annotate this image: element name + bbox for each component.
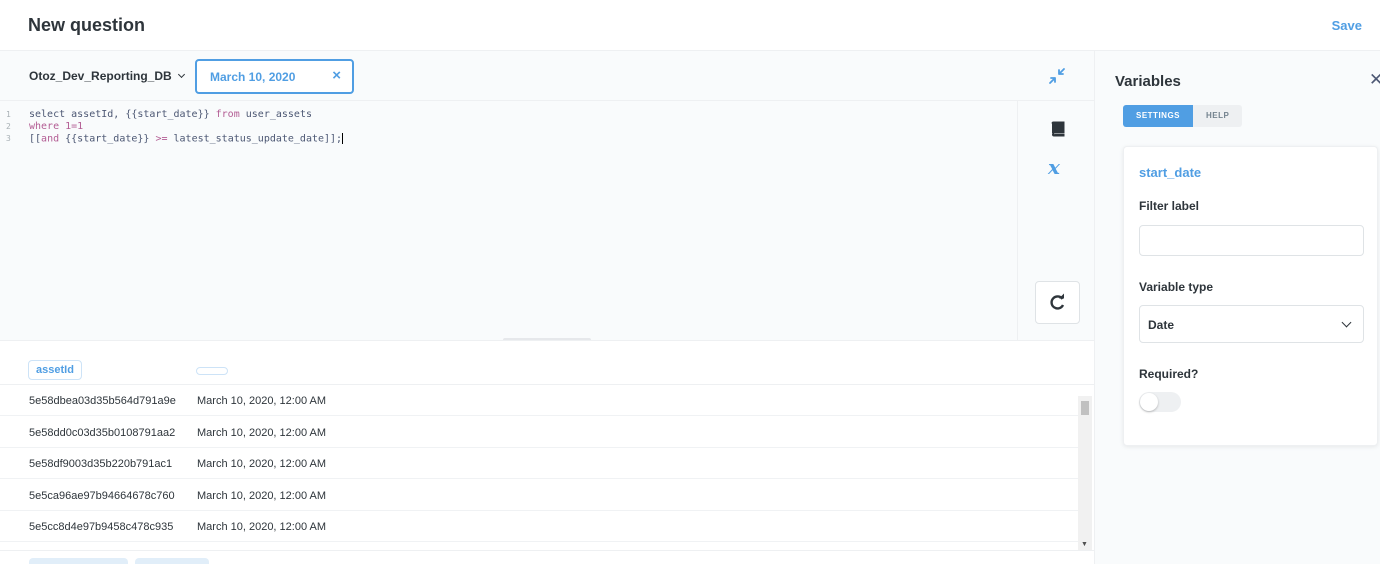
table-scrollbar[interactable]: ▼ [1078,396,1092,550]
table-row: 5e58dbea03d35b564d791a9e March 10, 2020,… [0,385,1078,416]
tab-settings[interactable]: SETTINGS [1123,105,1194,127]
filter-label-heading: Filter label [1139,199,1200,213]
page-title: New question [28,15,146,35]
table-row: 5e58df9003d35b220b791ac1 March 10, 2020,… [0,448,1078,479]
close-icon[interactable]: ✕ [1369,70,1380,90]
query-editor-page: New question Save Otoz_Dev_Reporting_DB … [0,0,1380,564]
database-picker[interactable]: Otoz_Dev_Reporting_DB [29,69,185,83]
table-row: 5e5cc8d4e97b9458c478c935 March 10, 2020,… [0,511,1078,542]
variable-settings-card: start_date Filter label Variable type Da… [1123,146,1378,446]
sql-token: {{start_date}} [59,133,156,145]
table-cell: 5e58dbea03d35b564d791a9e [29,395,176,407]
variable-type-select[interactable]: Date [1139,305,1364,343]
table-cell: 5e58dd0c03d35b0108791aa2 [29,427,176,439]
sql-token: select assetId, {{start_date}} [29,109,216,120]
refresh-icon [1050,293,1065,310]
variable-name: start_date [1139,165,1202,180]
results-footer [0,550,1094,564]
table-cell: March 10, 2020, 12:00 AM [197,521,327,533]
required-heading: Required? [1139,367,1199,381]
sql-keyword: where 1=1 [29,121,84,132]
clear-filter-icon[interactable]: × [332,67,341,84]
page-header: New question Save [0,0,1380,51]
variable-type-value: Date [1148,318,1175,332]
results-table: assetId 5e58dbea03d35b564d791a9e March 1… [0,340,1094,564]
table-cell: 5e5ca96ae97b94664678c760 [29,490,175,502]
variables-sidebar: Variables ✕ SETTINGS HELP start_date Fil… [1094,51,1380,564]
date-filter-value: March 10, 2020 [210,70,296,84]
table-cell: March 10, 2020, 12:00 AM [197,395,327,407]
code-text: select assetId, {{start_date}} from user… [29,109,312,121]
footer-button[interactable] [29,558,128,564]
chevron-down-icon [177,70,185,79]
data-reference-icon[interactable] [1050,121,1066,137]
chevron-down-icon [1341,317,1352,328]
sidebar-tabs: SETTINGS HELP [1123,105,1243,127]
variables-icon[interactable]: 𝒙 [1048,155,1060,179]
line-number: 3 [6,134,11,143]
database-name: Otoz_Dev_Reporting_DB [29,69,172,83]
sql-keyword: from [215,109,240,120]
scroll-down-arrow-icon[interactable]: ▼ [1081,541,1088,548]
filter-label-input[interactable] [1139,225,1364,256]
sql-token: [[ [29,133,42,145]
footer-button[interactable] [135,558,209,564]
column-header-start-date[interactable] [196,367,228,375]
table-cell: March 10, 2020, 12:00 AM [197,458,327,470]
editor-toolbar: Otoz_Dev_Reporting_DB March 10, 2020 × [0,51,1094,101]
sql-code-editor[interactable]: 1 select assetId, {{start_date}} from use… [0,101,1017,340]
native-query-editor: Otoz_Dev_Reporting_DB March 10, 2020 × 1… [0,51,1094,342]
toggle-knob [1140,393,1158,411]
column-header-row: assetId [0,341,1094,385]
table-cell: 5e58df9003d35b220b791ac1 [29,458,173,470]
table-row: 5e58dd0c03d35b0108791aa2 March 10, 2020,… [0,417,1078,448]
start-date-filter-widget[interactable]: March 10, 2020 × [195,59,354,94]
text-cursor [342,133,344,144]
required-toggle[interactable] [1139,392,1181,412]
table-cell: March 10, 2020, 12:00 AM [197,427,327,439]
sql-keyword: and [41,133,60,145]
code-text: [[and {{start_date}} >= latest_status_up… [29,133,344,146]
sql-token: latest_status_update_date]]; [167,133,343,145]
column-header-assetid[interactable]: assetId [28,360,82,380]
line-number: 1 [6,110,11,119]
sql-keyword: >= [155,133,168,145]
collapse-editor-icon[interactable] [1047,66,1067,86]
table-cell: 5e5cc8d4e97b9458c478c935 [29,521,174,533]
sidebar-title: Variables [1115,73,1181,90]
run-query-button[interactable] [1035,281,1080,324]
variable-type-heading: Variable type [1139,280,1214,294]
save-button[interactable]: Save [1332,18,1362,33]
editor-side-tools: 𝒙 [1017,101,1094,340]
table-cell: March 10, 2020, 12:00 AM [197,490,327,502]
code-text: where 1=1 [29,121,83,133]
scrollbar-thumb[interactable] [1081,401,1089,415]
sql-token: user_assets [239,109,312,120]
line-number: 2 [6,122,11,131]
tab-help[interactable]: HELP [1193,105,1243,127]
table-row: 5e5ca96ae97b94664678c760 March 10, 2020,… [0,480,1078,511]
